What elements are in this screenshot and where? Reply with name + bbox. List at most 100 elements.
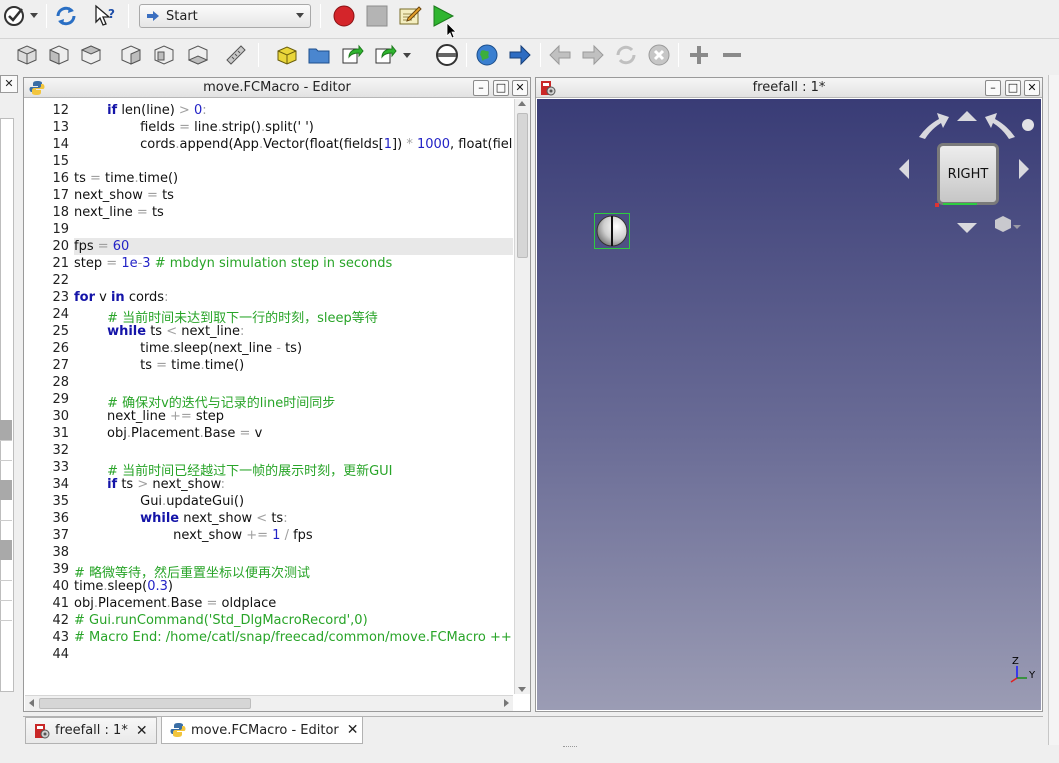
line-number: 23: [52, 290, 69, 305]
line-number: 35: [52, 494, 69, 509]
3d-view-close-button[interactable]: ✕: [1024, 80, 1040, 96]
view-isometric-icon[interactable]: [14, 42, 40, 68]
line-number: 17: [52, 188, 69, 203]
link-actions-dropdown-arrow-icon[interactable]: [403, 53, 411, 58]
forward-arrow-icon[interactable]: [507, 42, 533, 68]
line-number: 44: [52, 647, 69, 662]
code-line[interactable]: next_show = ts: [74, 188, 174, 203]
editor-window: move.FCMacro - Editor – □ ✕ 12 13 14 15 16 17…: [23, 77, 531, 712]
combo-view-close-icon[interactable]: ✕: [0, 75, 18, 93]
line-number: 37: [52, 528, 69, 543]
code-line[interactable]: time.sleep(0.3): [74, 579, 173, 594]
code-line[interactable]: # Macro End: /home/catl/snap/freecad/com…: [74, 630, 512, 645]
code-line[interactable]: Gui.updateGui(): [74, 494, 244, 509]
sphere-selection-box[interactable]: [594, 213, 630, 249]
code-area[interactable]: if len(line) > 0: fields = line.strip().…: [74, 99, 513, 694]
workbench-dropdown-arrow-icon[interactable]: [30, 13, 38, 18]
link-actions-icon[interactable]: [372, 42, 398, 68]
line-number: 41: [52, 596, 69, 611]
code-line[interactable]: next_line += step: [74, 409, 224, 424]
navcube-face[interactable]: RIGHT: [937, 143, 999, 205]
code-line[interactable]: if ts > next_show:: [74, 477, 225, 492]
group-folder-icon[interactable]: [306, 42, 332, 68]
tab-freefall-close-icon[interactable]: ✕: [136, 723, 148, 739]
nav-back-icon[interactable]: [547, 42, 573, 68]
whats-this-help-icon[interactable]: ?: [92, 3, 118, 29]
view-top-icon[interactable]: [78, 42, 104, 68]
3d-viewport[interactable]: RIGHT Z Y: [537, 99, 1041, 710]
nav-forward-icon[interactable]: [580, 42, 606, 68]
view-right-icon[interactable]: [118, 42, 144, 68]
line-number: 28: [52, 375, 69, 390]
code-line[interactable]: next_show += 1 / fps: [74, 528, 313, 543]
tab-editor-close-icon[interactable]: ✕: [347, 722, 359, 738]
editor-maximize-button[interactable]: □: [493, 80, 509, 96]
nav-stop-icon[interactable]: [646, 42, 672, 68]
code-line[interactable]: while ts < next_line:: [74, 324, 244, 339]
code-line[interactable]: fps = 60: [74, 239, 129, 254]
record-macro-button[interactable]: [331, 3, 357, 29]
tab-freefall[interactable]: freefall : 1* ✕: [25, 717, 157, 744]
stop-macro-button[interactable]: [364, 3, 390, 29]
line-number: 14: [52, 137, 69, 152]
line-number: 38: [52, 545, 69, 560]
code-line[interactable]: while next_show < ts:: [74, 511, 287, 526]
measure-icon[interactable]: [223, 42, 249, 68]
view-front-icon[interactable]: [46, 42, 72, 68]
navigation-cube[interactable]: RIGHT: [897, 105, 1037, 245]
selection-filter-icon[interactable]: [434, 42, 460, 68]
freecad-document-icon: [541, 81, 556, 96]
editor-minimize-button[interactable]: –: [473, 80, 489, 96]
code-line[interactable]: for v in cords:: [74, 290, 168, 305]
line-number: 36: [52, 511, 69, 526]
nav-refresh-icon[interactable]: [613, 42, 639, 68]
line-number: 39: [52, 562, 69, 577]
view-bottom-icon[interactable]: [185, 42, 211, 68]
view-rear-icon[interactable]: [151, 42, 177, 68]
line-number: 18: [52, 205, 69, 220]
line-number: 29: [52, 392, 69, 407]
resize-grip[interactable]: [563, 746, 577, 749]
code-line[interactable]: step = 1e-3 # mbdyn simulation step in s…: [74, 256, 392, 271]
editor-titlebar: move.FCMacro - Editor – □ ✕: [24, 78, 530, 98]
axis-cross: Z Y: [1009, 656, 1037, 690]
editor-horizontal-scroll-thumb[interactable]: [39, 698, 251, 709]
zoom-in-icon[interactable]: [686, 42, 712, 68]
code-line[interactable]: obj.Placement.Base = v: [74, 426, 262, 441]
zoom-out-icon[interactable]: [719, 42, 745, 68]
record-icon: [333, 5, 355, 27]
3d-view-title: freefall : 1*: [752, 80, 826, 95]
edit-macro-button[interactable]: [397, 3, 423, 29]
line-number: 25: [52, 324, 69, 339]
line-number: 33: [52, 460, 69, 475]
refresh-icon[interactable]: [53, 3, 79, 29]
code-line[interactable]: time.sleep(next_line - ts): [74, 341, 302, 356]
editor-vertical-scrollbar[interactable]: [514, 99, 530, 694]
line-number: 26: [52, 341, 69, 356]
code-line[interactable]: if len(line) > 0:: [74, 103, 207, 118]
3d-view-maximize-button[interactable]: □: [1005, 80, 1021, 96]
tab-freefall-label: freefall : 1*: [55, 723, 128, 738]
code-line[interactable]: cords.append(App.Vector(float(fields[1])…: [74, 137, 512, 152]
svg-text:?: ?: [108, 7, 115, 21]
code-line[interactable]: obj.Placement.Base = oldplace: [74, 596, 276, 611]
editor-close-button[interactable]: ✕: [512, 80, 528, 96]
macro-arrow-icon: [147, 11, 159, 21]
link-make-icon[interactable]: [339, 42, 365, 68]
code-line[interactable]: ts = time.time(): [74, 358, 244, 373]
editor-title: move.FCMacro - Editor: [203, 80, 351, 95]
code-line[interactable]: next_line = ts: [74, 205, 164, 220]
line-number: 43: [52, 630, 69, 645]
editor-vertical-scroll-thumb[interactable]: [517, 113, 528, 258]
editor-horizontal-scrollbar[interactable]: [25, 695, 513, 711]
3d-view-minimize-button[interactable]: –: [985, 80, 1001, 96]
web-globe-icon[interactable]: [474, 42, 500, 68]
code-line[interactable]: ts = time.time(): [74, 171, 178, 186]
workbench-check-icon[interactable]: [2, 3, 28, 29]
code-line[interactable]: fields = line.strip().split(' '): [74, 120, 314, 135]
macro-select[interactable]: Start: [139, 4, 311, 28]
axis-lines-icon: [1010, 666, 1027, 683]
code-line[interactable]: # Gui.runCommand('Std_DlgMacroRecord',0): [74, 613, 368, 628]
tab-editor[interactable]: move.FCMacro - Editor ✕: [161, 717, 363, 744]
part-icon[interactable]: [274, 42, 300, 68]
